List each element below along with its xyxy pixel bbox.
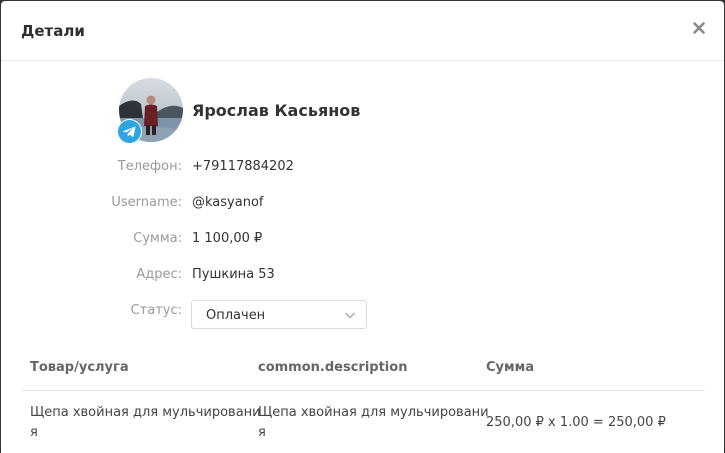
status-label: Статус: [130, 303, 182, 318]
sum-row: Сумма: 1 100,00 ₽ [1, 231, 724, 251]
table-header: Товар/услуга common.description Сумма [21, 348, 705, 391]
username-label: Username: [111, 195, 182, 210]
status-select[interactable]: Оплачен [191, 300, 367, 329]
table-row: Щепа хвойная для мульчировани я Щепа хво… [21, 391, 705, 451]
cell-product: Щепа хвойная для мульчировани я [30, 403, 261, 443]
cell-product-line1: Щепа хвойная для мульчировани [30, 405, 261, 420]
phone-row: Телефон: +79117884202 [1, 159, 724, 179]
sum-label: Сумма: [133, 231, 182, 246]
column-header-product: Товар/услуга [30, 360, 129, 375]
column-header-description: common.description [258, 360, 408, 375]
address-value: Пушкина 53 [192, 267, 275, 282]
avatar-wrapper [117, 78, 183, 144]
user-name: Ярослав Касьянов [192, 101, 361, 120]
phone-value: +79117884202 [192, 159, 294, 174]
modal-title: Детали [21, 22, 85, 40]
close-icon [693, 22, 705, 34]
cell-product-line2: я [30, 425, 38, 440]
chevron-down-icon [345, 312, 355, 319]
cell-description: Щепа хвойная для мульчировани я [258, 403, 489, 443]
cell-description-line2: я [258, 425, 266, 440]
cell-description-line1: Щепа хвойная для мульчировани [258, 405, 489, 420]
items-table: Товар/услуга common.description Сумма Ще… [21, 348, 705, 451]
phone-label: Телефон: [117, 159, 182, 174]
address-row: Адрес: Пушкина 53 [1, 267, 724, 287]
modal-header: Детали [1, 1, 724, 61]
column-header-sum: Сумма [486, 360, 535, 375]
username-value: @kasyanof [192, 195, 264, 210]
cell-sum: 250,00 ₽ x 1.00 = 250,00 ₽ [486, 415, 666, 430]
close-button[interactable] [688, 17, 710, 39]
address-label: Адрес: [136, 267, 182, 282]
telegram-badge [117, 119, 142, 144]
details-modal: Детали Ярослав Касьянов Телефон: +791178… [1, 1, 724, 453]
status-selected-value: Оплачен [206, 308, 266, 323]
telegram-icon [118, 120, 141, 143]
sum-value: 1 100,00 ₽ [192, 231, 263, 246]
username-row: Username: @kasyanof [1, 195, 724, 215]
